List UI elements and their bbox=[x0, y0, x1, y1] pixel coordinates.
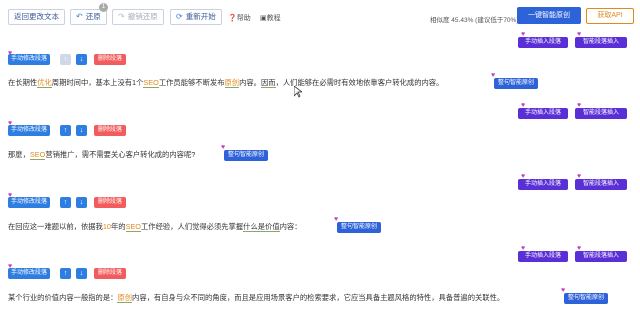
similarity-text: 相似度 45.43% (建议低于70%) bbox=[430, 17, 519, 24]
delete-paragraph-button[interactable]: 删除段落 bbox=[94, 54, 127, 65]
text-segment[interactable]: 周期时间中，基本上没有1个 bbox=[52, 78, 144, 87]
paragraph-text[interactable]: 在长期性优化周期时间中，基本上没有1个SEO工作员能够不断发布原创内容。因而，人… bbox=[8, 78, 443, 88]
text-segment[interactable]: 原创 bbox=[224, 78, 240, 88]
text-segment[interactable]: 营销推广，需不需要关心客户转化成的内容呢? bbox=[45, 150, 195, 159]
paragraph-text[interactable]: 在回应这一难题以前，依据我10年的SEO工作经验，人们觉得必须先掌握什么是价值内… bbox=[8, 222, 302, 232]
text-segment[interactable]: 什么是价值 bbox=[243, 222, 280, 232]
text-segment[interactable]: 10 bbox=[103, 222, 111, 231]
return-edit-button[interactable]: 返回更改文本 bbox=[8, 9, 65, 25]
redo-label: 撤销还原 bbox=[127, 12, 158, 21]
move-up-button[interactable]: ↑ bbox=[60, 197, 71, 208]
help-link[interactable]: ❓帮助 bbox=[228, 13, 251, 23]
text-segment[interactable]: 内容，有自身与众不同的角度，而且是应用场景客户的检索要求，它应当具备主题风格的特… bbox=[132, 293, 504, 302]
manual-insert-button[interactable]: 手动插入段落 bbox=[518, 37, 568, 48]
tutorial-link[interactable]: ▣教程 bbox=[260, 13, 281, 23]
text-segment[interactable]: 在回应这一难题以前，依据我 bbox=[8, 222, 103, 231]
smart-insert-button[interactable]: 智能段落插入 bbox=[575, 37, 627, 48]
smart-all-button[interactable]: 一键智能原创 bbox=[517, 7, 581, 24]
manual-insert-button[interactable]: 手动插入段落 bbox=[518, 179, 568, 190]
smart-insert-button[interactable]: 智能段落插入 bbox=[575, 108, 627, 119]
manual-insert-button[interactable]: 手动插入段落 bbox=[518, 251, 568, 262]
undo-label: 还原 bbox=[85, 12, 101, 21]
smart-sentence-button[interactable]: 整句智能原创 bbox=[224, 150, 269, 161]
text-segment[interactable]: 在长期性 bbox=[8, 78, 37, 87]
delete-paragraph-button[interactable]: 删除段落 bbox=[94, 268, 127, 279]
edit-paragraph-button[interactable]: 手动修改段落 bbox=[8, 268, 51, 279]
toolbar: 返回更改文本 ↶ 还原 1 ↷ 撤销还原 ⟳ 重新开始 ❓帮助 ▣教程 相似度 45.… bbox=[0, 0, 640, 36]
text-segment[interactable]: 内容。 bbox=[239, 78, 261, 87]
move-down-button[interactable]: ↓ bbox=[76, 125, 87, 136]
paragraph-text[interactable]: 某个行业的价值内容一般指的是：原创内容，有自身与众不同的角度，而且是应用场景客户… bbox=[8, 293, 504, 303]
delete-paragraph-button[interactable]: 删除段落 bbox=[94, 197, 127, 208]
text-segment[interactable]: 因而 bbox=[260, 78, 276, 88]
mouse-cursor-icon bbox=[294, 86, 302, 98]
edit-paragraph-button[interactable]: 手动修改段落 bbox=[8, 54, 51, 65]
text-segment[interactable]: 某个行业的价值内容一般指的是： bbox=[8, 293, 117, 302]
text-segment[interactable]: SEO bbox=[143, 78, 159, 88]
get-api-button[interactable]: 获取API bbox=[586, 8, 634, 24]
video-icon: ▣ bbox=[260, 15, 267, 22]
smart-sentence-button[interactable]: 整句智能原创 bbox=[494, 78, 539, 89]
delete-paragraph-button[interactable]: 删除段落 bbox=[94, 125, 127, 136]
text-segment[interactable]: SEO bbox=[125, 222, 141, 232]
move-down-button[interactable]: ↓ bbox=[76, 197, 87, 208]
move-up-button[interactable]: ↑ bbox=[60, 125, 71, 136]
refresh-icon: ⟳ bbox=[176, 12, 183, 21]
redo-button[interactable]: ↷ 撤销还原 bbox=[112, 9, 164, 25]
restart-button[interactable]: ⟳ 重新开始 bbox=[170, 9, 222, 25]
undo-count-badge: 1 bbox=[99, 3, 108, 12]
text-segment[interactable]: 内容： bbox=[280, 222, 302, 231]
move-up-button[interactable]: ↑ bbox=[60, 54, 71, 65]
text-segment[interactable]: 年的 bbox=[111, 222, 126, 231]
paragraph-text[interactable]: 那麼，SEO营销推广，需不需要关心客户转化成的内容呢? bbox=[8, 150, 195, 160]
redo-icon: ↷ bbox=[118, 12, 125, 21]
smart-sentence-button[interactable]: 整句智能原创 bbox=[564, 293, 609, 304]
restart-label: 重新开始 bbox=[185, 12, 216, 21]
text-segment[interactable]: 原创 bbox=[117, 293, 133, 303]
text-segment[interactable]: SEO bbox=[29, 150, 46, 160]
move-up-button[interactable]: ↑ bbox=[60, 268, 71, 279]
text-segment[interactable]: 优化 bbox=[37, 78, 52, 88]
smart-insert-button[interactable]: 智能段落插入 bbox=[575, 179, 627, 190]
help-label: 帮助 bbox=[236, 15, 251, 22]
help-icon: ❓ bbox=[228, 15, 237, 22]
undo-icon: ↶ bbox=[76, 12, 83, 21]
edit-paragraph-button[interactable]: 手动修改段落 bbox=[8, 125, 51, 136]
smart-sentence-button[interactable]: 整句智能原创 bbox=[337, 222, 382, 233]
edit-paragraph-button[interactable]: 手动修改段落 bbox=[8, 197, 51, 208]
text-segment[interactable]: 工作员能够不断发布 bbox=[159, 78, 225, 87]
smart-insert-button[interactable]: 智能段落插入 bbox=[575, 251, 627, 262]
text-segment[interactable]: 工作经验，人们觉得必须先掌握 bbox=[141, 222, 243, 231]
move-down-button[interactable]: ↓ bbox=[76, 54, 87, 65]
tutorial-label: 教程 bbox=[266, 15, 281, 22]
manual-insert-button[interactable]: 手动插入段落 bbox=[518, 108, 568, 119]
text-segment[interactable]: 那麼， bbox=[8, 150, 30, 159]
return-edit-label: 返回更改文本 bbox=[14, 12, 59, 21]
move-down-button[interactable]: ↓ bbox=[76, 268, 87, 279]
